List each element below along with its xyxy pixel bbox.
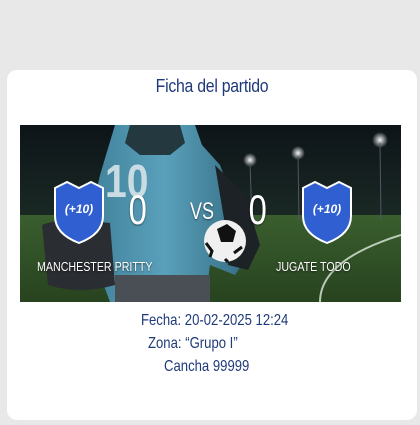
vs-label: VS bbox=[190, 198, 215, 225]
home-score: 0 bbox=[128, 186, 147, 233]
fecha-value: 20-02-2025 12:24 bbox=[184, 312, 289, 329]
away-team-shield-icon: (+10) bbox=[301, 180, 353, 244]
home-team-name: MANCHESTER PRITTY bbox=[37, 259, 153, 274]
match-card: Ficha del partido 10 (+10) 0 VS 0 (+10) … bbox=[7, 70, 417, 420]
away-team-name: JUGATE TODO bbox=[276, 259, 351, 274]
card-title: Ficha del partido bbox=[155, 76, 269, 96]
match-field: Cancha 99999 bbox=[164, 358, 250, 375]
home-badge-text: (+10) bbox=[65, 202, 93, 216]
zona-value: “Grupo I” bbox=[185, 335, 238, 352]
fecha-label: Fecha: bbox=[141, 312, 182, 329]
home-team-shield-icon: (+10) bbox=[53, 180, 105, 244]
match-banner: 10 (+10) 0 VS 0 (+10) MANCHESTER PRITTY … bbox=[20, 125, 401, 302]
match-date: Fecha: 20-02-2025 12:24 bbox=[141, 312, 288, 330]
away-badge-text: (+10) bbox=[313, 202, 341, 216]
zona-label: Zona: bbox=[148, 335, 182, 352]
away-score: 0 bbox=[248, 186, 267, 233]
match-zone: Zona: “Grupo I” bbox=[148, 335, 238, 353]
